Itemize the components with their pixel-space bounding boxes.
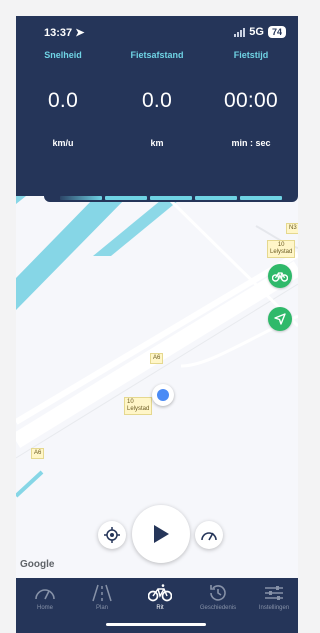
history-icon (210, 585, 226, 601)
water-stream (16, 470, 44, 498)
road-name: Lelystad (127, 406, 150, 412)
home-indicator[interactable] (106, 623, 206, 626)
navigate-button[interactable] (268, 307, 292, 331)
stat-unit: km (150, 138, 164, 148)
tab-label: Rit (156, 605, 164, 611)
road-label-a6-top: A6 (150, 353, 164, 364)
play-icon (154, 525, 169, 543)
tab-rit[interactable]: Rit (132, 584, 188, 611)
ride-progress-bar (44, 192, 298, 202)
recenter-button[interactable] (98, 521, 126, 549)
speed-button[interactable] (195, 521, 223, 549)
navigation-arrow-icon (274, 313, 286, 325)
speedometer-icon (201, 532, 217, 541)
road-label-10-right: 10 Lelystad (267, 240, 296, 258)
stat-value: 0.0 (47, 89, 79, 112)
crosshair-icon (104, 527, 120, 543)
progress-segment (240, 196, 282, 200)
stat-label: Snelheid (44, 50, 82, 60)
water-canal-top (16, 196, 26, 204)
stat-unit: km/u (52, 138, 74, 148)
road-label-10-center: 10 Lelystad (124, 397, 153, 415)
app-screen: A6 A6 N3 10 Lelystad 10 Lelystad Google … (16, 16, 298, 633)
signal-icon (234, 27, 246, 37)
progress-segment (195, 196, 237, 200)
network-label: 5G (249, 26, 264, 38)
progress-segment (105, 196, 147, 200)
tab-label: Geschiedenis (199, 605, 237, 611)
road-number: 10 (127, 399, 134, 405)
tab-label: Plan (95, 605, 108, 611)
status-bar: 13:37 ➤ 5G 74 (16, 26, 298, 42)
tab-home[interactable]: Home (17, 584, 73, 611)
stat-value: 00:00 (223, 89, 279, 112)
location-dot (157, 389, 169, 401)
bike-icon (148, 584, 172, 602)
status-time: 13:37 ➤ (44, 27, 85, 39)
tab-instellingen[interactable]: Instellingen (246, 584, 298, 611)
stat-unit: min : sec (231, 138, 271, 148)
sliders-icon (265, 586, 283, 600)
road-label-a6-bottom: A6 (31, 448, 45, 459)
tab-label: Instellingen (258, 605, 290, 611)
battery-icon: 74 (267, 26, 286, 38)
highway-a6-c (16, 283, 298, 459)
google-logo: Google (20, 559, 55, 570)
speedometer-icon (35, 589, 55, 600)
tab-geschiedenis[interactable]: Geschiedenis (190, 584, 246, 611)
road-name: Lelystad (270, 249, 293, 255)
progress-segment (60, 196, 102, 200)
stat-label: Fietstijd (233, 50, 269, 60)
stat-label: Fietsafstand (130, 50, 184, 60)
progress-track (60, 196, 282, 200)
progress-segment (150, 196, 192, 200)
status-right: 5G 74 (234, 26, 286, 38)
tab-plan[interactable]: Plan (74, 584, 130, 611)
tab-label: Home (36, 605, 53, 611)
ride-stats-header: 13:37 ➤ 5G 74 Snelheid 0.0 km/u Fietsafs… (16, 16, 298, 196)
stat-distance: Fietsafstand 0.0 km (110, 50, 204, 148)
stat-time: Fietstijd 00:00 min : sec (204, 50, 298, 148)
road-icon (92, 584, 112, 602)
bike-mode-button[interactable] (268, 264, 292, 288)
stat-speed: Snelheid 0.0 km/u (16, 50, 110, 148)
play-button[interactable] (132, 505, 190, 563)
road-number: 10 (277, 242, 285, 248)
road-label-n3: N3 (286, 223, 298, 234)
current-location-marker (152, 384, 174, 406)
bike-icon (272, 272, 288, 282)
stat-value: 0.0 (141, 89, 173, 112)
